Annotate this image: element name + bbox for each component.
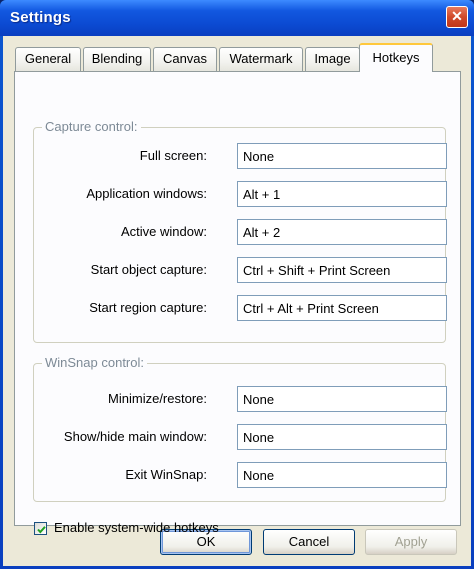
winsnap-control-group: WinSnap control: Minimize/restore: Show/…: [33, 355, 447, 502]
tab-general[interactable]: General: [15, 47, 81, 71]
minimize-restore-hotkey-field[interactable]: [237, 386, 447, 412]
start-region-capture-hotkey-field[interactable]: [237, 295, 447, 321]
application-windows-hotkey-field[interactable]: [237, 181, 447, 207]
capture-control-title: Capture control:: [42, 119, 141, 134]
tab-hotkeys[interactable]: Hotkeys: [359, 43, 433, 72]
active-window-label: Active window:: [121, 224, 207, 239]
close-button[interactable]: ✕: [446, 6, 468, 28]
full-screen-hotkey-field[interactable]: [237, 143, 447, 169]
winsnap-control-title: WinSnap control:: [42, 355, 147, 370]
full-screen-label: Full screen:: [139, 148, 207, 163]
title-bar[interactable]: Settings ✕: [0, 0, 474, 36]
checkmark-icon: [37, 526, 46, 534]
start-region-capture-label: Start region capture:: [89, 300, 207, 315]
tab-image[interactable]: Image: [305, 47, 360, 71]
cancel-button[interactable]: Cancel: [263, 529, 355, 555]
active-window-hotkey-field[interactable]: [237, 219, 447, 245]
settings-window: Settings ✕ General Blending Canvas Water…: [0, 0, 474, 569]
apply-button[interactable]: Apply: [365, 529, 457, 555]
hotkeys-panel: Capture control: Full screen: Applicatio…: [14, 71, 461, 535]
close-icon: ✕: [451, 8, 463, 24]
exit-winsnap-hotkey-field[interactable]: [237, 462, 447, 488]
tab-blending[interactable]: Blending: [83, 47, 151, 71]
window-title: Settings: [10, 9, 71, 26]
start-object-capture-hotkey-field[interactable]: [237, 257, 447, 283]
dialog-client-area: General Blending Canvas Watermark Image …: [3, 36, 471, 566]
capture-control-group: Capture control: Full screen: Applicatio…: [33, 119, 447, 343]
tab-canvas[interactable]: Canvas: [153, 47, 217, 71]
exit-winsnap-label: Exit WinSnap:: [125, 467, 207, 482]
tab-watermark[interactable]: Watermark: [219, 47, 303, 71]
enable-hotkeys-checkbox[interactable]: [34, 522, 47, 535]
application-windows-label: Application windows:: [86, 186, 207, 201]
minimize-restore-label: Minimize/restore:: [108, 391, 207, 406]
show-hide-main-window-label: Show/hide main window:: [63, 429, 207, 444]
show-hide-main-window-hotkey-field[interactable]: [237, 424, 447, 450]
enable-hotkeys-label: Enable system-wide hotkeys: [54, 520, 219, 535]
start-object-capture-label: Start object capture:: [90, 262, 207, 277]
